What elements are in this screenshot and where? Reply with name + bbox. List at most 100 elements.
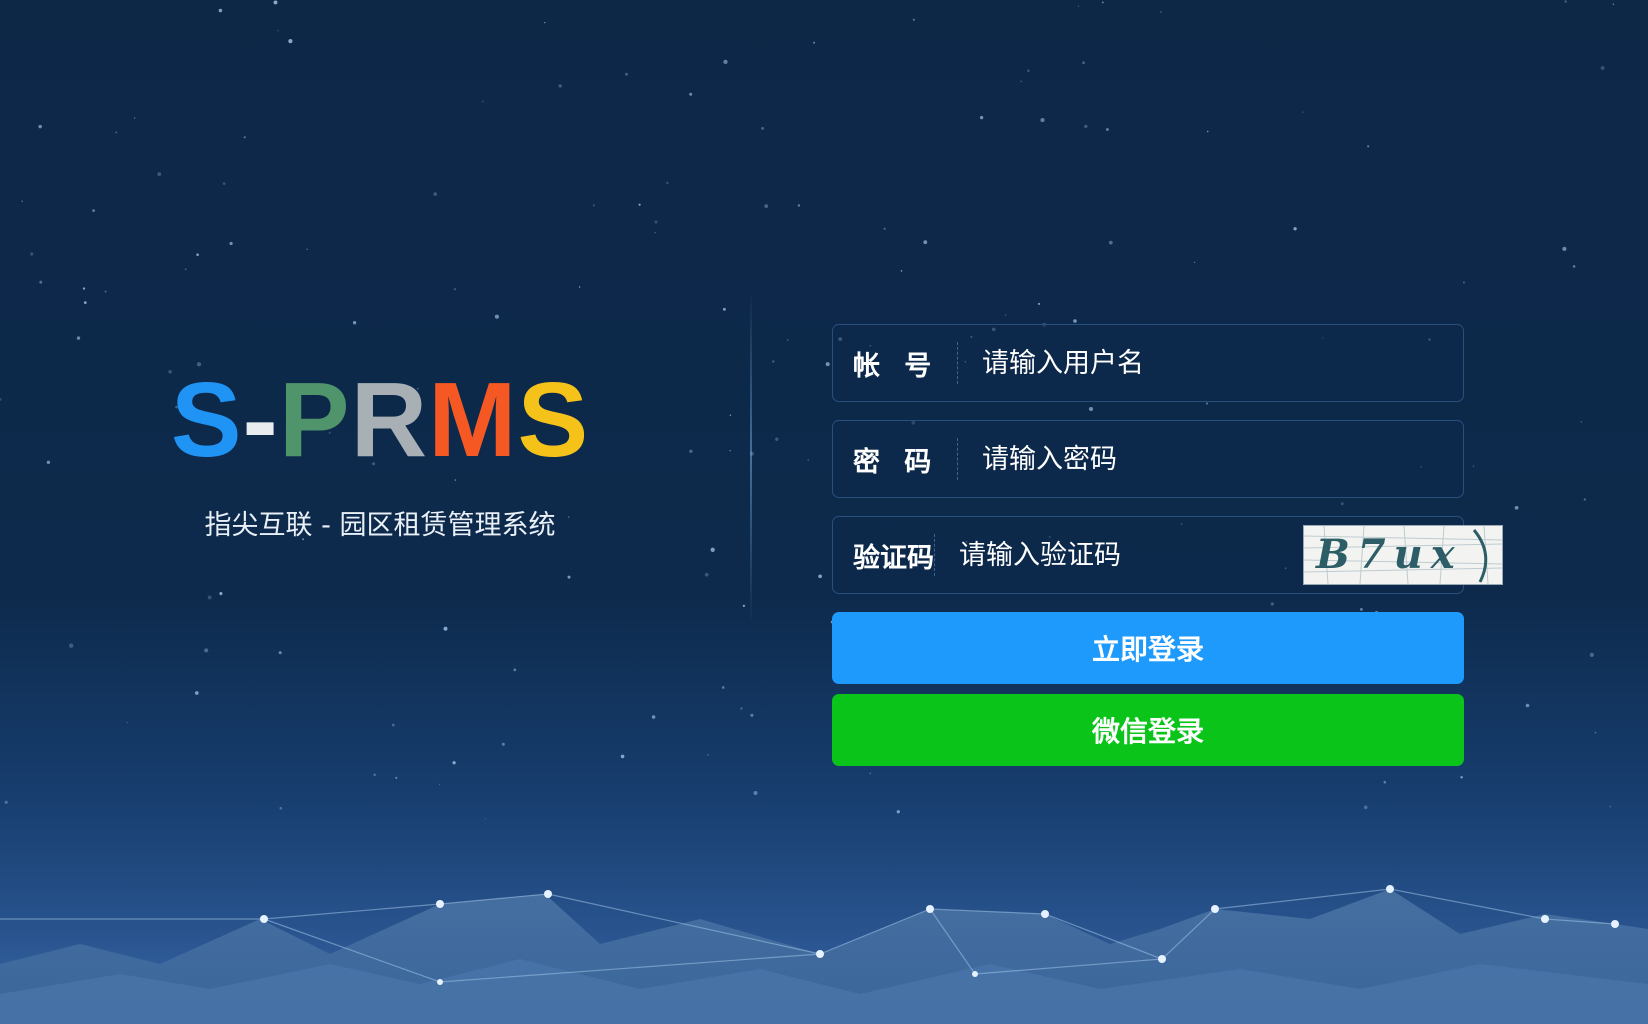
username-field: 帐号: [832, 324, 1464, 402]
star-dot: [133, 117, 136, 119]
star-dot: [279, 806, 283, 810]
star-dot: [196, 253, 199, 256]
star-dot: [157, 172, 162, 176]
star-dot: [638, 203, 641, 206]
password-label: 密码: [853, 446, 956, 478]
star-dot: [1101, 1, 1104, 4]
star-dot: [184, 268, 187, 270]
star-dot: [654, 232, 656, 234]
star-dot: [651, 715, 656, 719]
star-dot: [39, 280, 43, 284]
star-dot: [1105, 128, 1109, 131]
star-dot: [243, 136, 246, 139]
star-dot: [38, 124, 42, 129]
star-dot: [1040, 118, 1045, 123]
star-dot: [620, 754, 625, 759]
star-dot: [494, 314, 499, 319]
captcha-input[interactable]: [935, 516, 1303, 594]
vertical-divider: [750, 290, 752, 625]
star-dot: [207, 595, 212, 600]
star-dot: [1514, 505, 1519, 510]
star-dot: [567, 575, 571, 579]
star-dot: [979, 115, 984, 120]
star-dot: [395, 776, 398, 779]
star-dot: [1077, 5, 1080, 7]
star-dot: [729, 449, 731, 452]
star-dot: [825, 362, 830, 367]
star-dot: [1301, 111, 1304, 113]
star-dot: [710, 547, 715, 552]
star-dot: [288, 39, 293, 44]
star-dot: [722, 307, 726, 311]
star-dot: [558, 84, 562, 88]
star-dot: [1564, 0, 1567, 3]
app-logo: S-PRMS: [160, 360, 600, 480]
star-dot: [1193, 261, 1196, 264]
star-dot: [229, 241, 233, 246]
username-input[interactable]: [958, 324, 1463, 402]
star-dot: [912, 18, 916, 21]
star-dot: [787, 339, 789, 341]
star-dot: [83, 301, 87, 304]
login-form: 帐号 密码 验证码 B7ux 立即登录 微信登录: [832, 324, 1503, 766]
star-dot: [689, 92, 693, 96]
logo-letter: S: [517, 361, 590, 479]
star-dot: [1004, 314, 1007, 316]
mountain-background: [0, 885, 1648, 1024]
star-dot: [4, 800, 8, 804]
star-dot: [1583, 498, 1586, 501]
star-dot: [1472, 465, 1475, 467]
star-dot: [1600, 66, 1605, 70]
star-dot: [104, 290, 107, 293]
password-input[interactable]: [958, 420, 1463, 498]
username-label: 帐号: [853, 350, 956, 382]
star-dot: [277, 29, 279, 32]
star-dot: [578, 286, 581, 288]
star-dot: [742, 604, 746, 608]
star-dot: [443, 626, 448, 631]
star-dot: [222, 182, 226, 185]
star-dot: [1460, 776, 1463, 779]
star-dot: [625, 72, 628, 76]
star-dot: [391, 723, 395, 727]
captcha-text: B7ux: [1315, 531, 1463, 578]
star-dot: [753, 790, 758, 796]
star-dot: [82, 287, 86, 290]
star-dot: [204, 648, 209, 653]
star-dot: [1037, 302, 1041, 305]
star-dot: [21, 200, 24, 202]
star-dot: [1073, 319, 1077, 323]
star-dot: [452, 761, 456, 765]
star-dot: [807, 459, 809, 461]
captcha-image[interactable]: B7ux: [1303, 525, 1503, 585]
star-dot: [433, 192, 437, 196]
wechat-login-button[interactable]: 微信登录: [832, 694, 1464, 766]
star-dot: [772, 360, 775, 363]
star-dot: [869, 772, 872, 775]
star-dot: [278, 651, 282, 655]
login-button[interactable]: 立即登录: [832, 612, 1464, 684]
star-dot: [218, 8, 223, 13]
password-field: 密码: [832, 420, 1464, 498]
star-dot: [797, 204, 801, 207]
star-dot: [544, 21, 546, 24]
star-dot: [1363, 805, 1368, 810]
star-dot: [883, 227, 886, 230]
star-dot: [1594, 731, 1597, 734]
star-dot: [900, 270, 903, 272]
star-dot: [1084, 124, 1088, 129]
star-dot: [721, 686, 725, 689]
star-dot: [775, 437, 779, 441]
star-dot: [115, 131, 117, 134]
star-dot: [1562, 246, 1567, 251]
star-dot: [219, 592, 223, 596]
star-dot: [1462, 281, 1465, 284]
star-dot: [352, 321, 357, 325]
captcha-label: 验证码: [853, 542, 934, 574]
star-dot: [126, 721, 128, 724]
star-dot: [1108, 240, 1113, 245]
app-subtitle: 指尖互联 - 园区租赁管理系统: [204, 510, 556, 541]
star-dot: [1367, 145, 1370, 148]
star-dot: [704, 572, 709, 577]
star-dot: [1160, 11, 1162, 13]
